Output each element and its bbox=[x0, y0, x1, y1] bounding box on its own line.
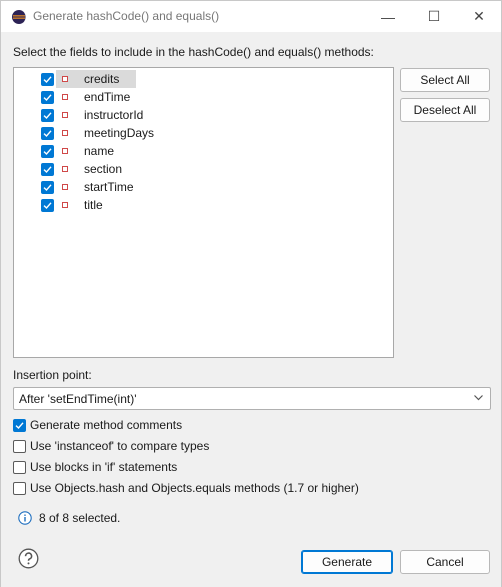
field-checkbox[interactable] bbox=[41, 108, 54, 122]
field-row[interactable]: meetingDays bbox=[14, 124, 393, 142]
maximize-button[interactable]: ☐ bbox=[411, 1, 457, 32]
field-label: name bbox=[84, 144, 115, 158]
field-row[interactable]: title bbox=[14, 196, 393, 214]
field-private-icon bbox=[62, 166, 68, 172]
insertion-point-label: Insertion point: bbox=[13, 368, 92, 382]
field-label: section bbox=[84, 162, 123, 176]
field-row[interactable]: endTime bbox=[14, 88, 393, 106]
option-checkbox-row[interactable]: Use blocks in 'if' statements bbox=[13, 459, 177, 475]
option-checkbox[interactable] bbox=[13, 460, 26, 474]
field-private-icon bbox=[62, 148, 68, 154]
title-bar: Generate hashCode() and equals() — ☐ ✕ bbox=[1, 1, 501, 32]
cancel-button[interactable]: Cancel bbox=[400, 550, 490, 574]
option-checkbox-row[interactable]: Use Objects.hash and Objects.equals meth… bbox=[13, 480, 359, 496]
option-label: Use blocks in 'if' statements bbox=[30, 460, 178, 474]
field-private-icon bbox=[62, 202, 68, 208]
field-label: instructorId bbox=[84, 108, 144, 122]
window-title: Generate hashCode() and equals() bbox=[33, 9, 220, 23]
option-label: Use 'instanceof' to compare types bbox=[30, 439, 210, 453]
field-row[interactable]: startTime bbox=[14, 178, 393, 196]
option-checkbox-row[interactable]: Use 'instanceof' to compare types bbox=[13, 438, 209, 454]
field-checkbox[interactable] bbox=[41, 126, 54, 140]
option-checkbox[interactable] bbox=[13, 418, 26, 432]
minimize-button[interactable]: — bbox=[365, 1, 411, 32]
field-checkbox[interactable] bbox=[41, 180, 54, 194]
insertion-point-select[interactable]: After 'setEndTime(int)' bbox=[13, 387, 491, 410]
field-label: credits bbox=[84, 72, 120, 86]
field-label: meetingDays bbox=[84, 126, 155, 140]
field-checkbox[interactable] bbox=[41, 72, 54, 86]
instructions-label: Select the fields to include in the hash… bbox=[13, 45, 374, 59]
help-icon[interactable] bbox=[18, 548, 39, 569]
field-list[interactable]: credits endTime instructorId meetingDays nam… bbox=[13, 67, 394, 358]
info-icon bbox=[18, 511, 32, 525]
option-label: Generate method comments bbox=[30, 418, 183, 432]
field-row[interactable]: credits bbox=[14, 70, 393, 88]
eclipse-icon bbox=[12, 10, 27, 24]
field-checkbox[interactable] bbox=[41, 198, 54, 212]
option-label: Use Objects.hash and Objects.equals meth… bbox=[30, 481, 359, 495]
field-checkbox[interactable] bbox=[41, 144, 54, 158]
select-all-button[interactable]: Select All bbox=[400, 68, 490, 92]
field-row[interactable]: section bbox=[14, 160, 393, 178]
field-private-icon bbox=[62, 94, 68, 100]
dialog-window: Generate hashCode() and equals() — ☐ ✕ S… bbox=[0, 0, 502, 587]
status-text: 8 of 8 selected. bbox=[39, 511, 121, 525]
field-row[interactable]: instructorId bbox=[14, 106, 393, 124]
field-checkbox[interactable] bbox=[41, 162, 54, 176]
field-checkbox[interactable] bbox=[41, 90, 54, 104]
status-area: 8 of 8 selected. bbox=[18, 511, 120, 525]
field-private-icon bbox=[62, 184, 68, 190]
field-label: startTime bbox=[84, 180, 134, 194]
field-label: title bbox=[84, 198, 103, 212]
field-private-icon bbox=[62, 76, 68, 82]
insertion-point-value: After 'setEndTime(int)' bbox=[19, 392, 137, 406]
field-row[interactable]: name bbox=[14, 142, 393, 160]
close-button[interactable]: ✕ bbox=[456, 1, 502, 32]
option-checkbox[interactable] bbox=[13, 439, 26, 453]
generate-button[interactable]: Generate bbox=[301, 550, 393, 574]
option-checkbox-row[interactable]: Generate method comments bbox=[13, 417, 182, 433]
field-private-icon bbox=[62, 112, 68, 118]
dialog-content: Select the fields to include in the hash… bbox=[1, 32, 501, 587]
option-checkbox[interactable] bbox=[13, 481, 26, 495]
deselect-all-button[interactable]: Deselect All bbox=[400, 98, 490, 122]
field-label: endTime bbox=[84, 90, 131, 104]
chevron-down-icon bbox=[474, 395, 483, 401]
field-private-icon bbox=[62, 130, 68, 136]
